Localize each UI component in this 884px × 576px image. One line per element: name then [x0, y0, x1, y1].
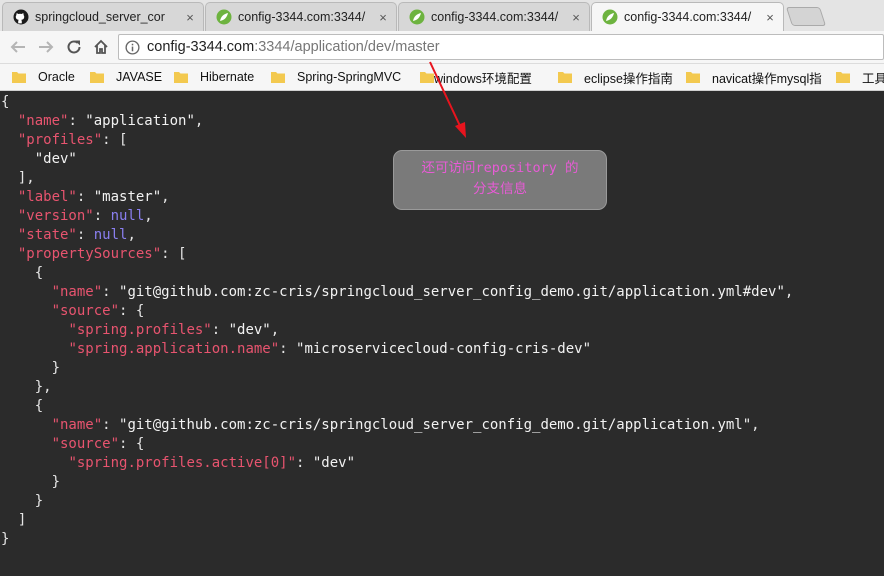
json-key: "propertySources" — [17, 246, 162, 262]
folder-icon — [686, 72, 700, 83]
bookmark-label: navicat操作mysql指 — [712, 71, 822, 86]
home-icon — [94, 39, 108, 54]
json-key: "name" — [51, 284, 103, 300]
back-button[interactable] — [7, 36, 29, 58]
home-button[interactable] — [90, 36, 112, 58]
reload-button[interactable] — [63, 36, 85, 58]
json-value: "git@github.com:zc-cris/springcloud_serv… — [119, 284, 785, 300]
close-icon[interactable]: × — [569, 10, 583, 25]
bookmark-eclipse[interactable]: eclipse操作指南 — [558, 68, 673, 86]
bookmark-label: 工具 — [862, 71, 884, 86]
folder-icon — [271, 72, 285, 83]
json-key: "spring.profiles.active[0]" — [68, 455, 297, 471]
url-host: config-3344.com — [147, 39, 255, 55]
url-text[interactable]: config-3344.com:3344/application/dev/mas… — [147, 39, 440, 55]
json-key: "spring.profiles" — [68, 322, 212, 338]
json-value: "dev" — [34, 151, 77, 167]
url-path: :3344/application/dev/master — [254, 39, 440, 55]
json-key: "spring.application.name" — [68, 341, 280, 357]
arrow-left-icon — [10, 41, 25, 53]
tab-title: config-3344.com:3344/ — [624, 10, 752, 24]
folder-icon — [420, 72, 434, 83]
tab-config-2[interactable]: config-3344.com:3344/ × — [398, 2, 590, 31]
json-key: "source" — [51, 303, 120, 319]
spring-leaf-icon — [409, 9, 425, 25]
tab-title: springcloud_server_cor — [35, 10, 165, 24]
address-bar[interactable]: config-3344.com:3344/application/dev/mas… — [118, 34, 884, 60]
json-value: "dev" — [228, 322, 271, 338]
folder-icon — [836, 72, 850, 83]
json-value: "git@github.com:zc-cris/springcloud_serv… — [119, 417, 752, 433]
bookmark-hibernate[interactable]: Hibernate — [174, 68, 254, 86]
tab-config-active[interactable]: config-3344.com:3344/ × — [591, 2, 784, 31]
json-null: null — [93, 227, 128, 243]
folder-icon — [90, 72, 104, 83]
annotation-line-2: 分支信息 — [473, 181, 527, 197]
json-value: "dev" — [312, 455, 356, 471]
tab-strip: springcloud_server_cor × config-3344.com… — [0, 0, 884, 31]
bookmark-windows[interactable]: windows环境配置 — [420, 68, 532, 86]
json-key: "state" — [17, 227, 77, 243]
close-icon[interactable]: × — [763, 10, 777, 25]
close-icon[interactable]: × — [183, 10, 197, 25]
tab-title: config-3344.com:3344/ — [238, 10, 366, 24]
info-icon[interactable] — [125, 39, 140, 55]
json-value: "application" — [85, 113, 195, 129]
bookmark-label: Hibernate — [200, 70, 255, 84]
github-icon — [13, 9, 29, 25]
bookmark-javase[interactable]: JAVASE — [90, 68, 162, 86]
json-key: "name" — [51, 417, 103, 433]
json-null: null — [110, 208, 145, 224]
bookmark-oracle[interactable]: Oracle — [12, 68, 75, 86]
spring-leaf-icon — [602, 9, 618, 25]
close-icon[interactable]: × — [376, 10, 390, 25]
bookmark-label: Oracle — [38, 70, 75, 84]
arrow-right-icon — [39, 41, 54, 53]
spring-leaf-icon — [216, 9, 232, 25]
folder-icon — [174, 72, 188, 83]
json-key: "label" — [17, 189, 77, 205]
json-value: "microservicecloud-config-cris-dev" — [296, 341, 592, 357]
folder-icon — [558, 72, 572, 83]
bookmark-tools[interactable]: 工具 — [836, 68, 884, 86]
reload-icon — [67, 40, 81, 54]
json-key: "version" — [17, 208, 94, 224]
annotation-line-1: 还可访问repository 的 — [421, 160, 579, 176]
bookmark-label: windows环境配置 — [434, 71, 532, 86]
tab-github[interactable]: springcloud_server_cor × — [2, 2, 204, 31]
json-key: "profiles" — [17, 132, 103, 148]
tab-title: config-3344.com:3344/ — [431, 10, 559, 24]
annotation-callout: 还可访问repository 的 分支信息 — [393, 150, 607, 210]
bookmark-label: JAVASE — [116, 70, 163, 84]
json-key: "name" — [17, 113, 69, 129]
bookmark-spring[interactable]: Spring-SpringMVC — [271, 68, 401, 86]
bookmark-navicat[interactable]: navicat操作mysql指 — [686, 68, 822, 86]
bookmarks-bar: Oracle JAVASE Hibernate Spring-SpringMVC… — [0, 64, 884, 91]
json-key: "source" — [51, 436, 120, 452]
json-value: "master" — [93, 189, 162, 205]
new-tab-button[interactable] — [785, 7, 827, 26]
bookmark-label: eclipse操作指南 — [584, 71, 673, 86]
browser-toolbar: config-3344.com:3344/application/dev/mas… — [0, 31, 884, 64]
forward-button[interactable] — [35, 36, 57, 58]
folder-icon — [12, 72, 26, 83]
tab-config-1[interactable]: config-3344.com:3344/ × — [205, 2, 397, 31]
bookmark-label: Spring-SpringMVC — [297, 70, 402, 84]
